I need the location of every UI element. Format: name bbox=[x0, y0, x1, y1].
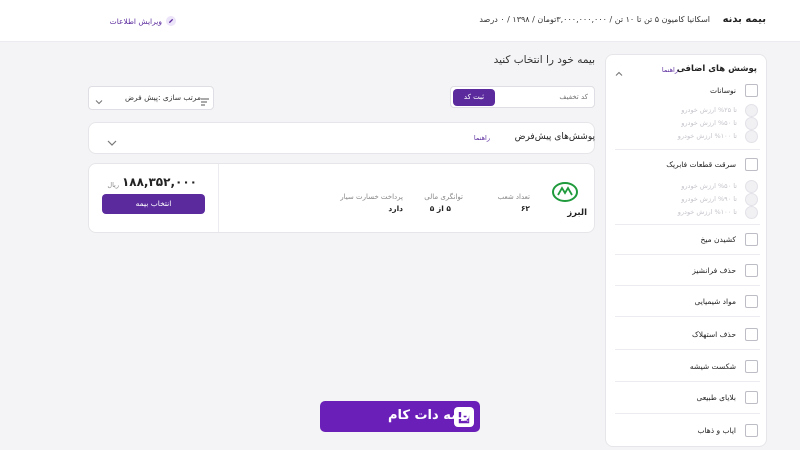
option-radio[interactable] bbox=[745, 117, 758, 130]
divider bbox=[615, 381, 760, 382]
coverage-checkbox[interactable] bbox=[745, 233, 758, 246]
coverage-checkbox[interactable] bbox=[745, 424, 758, 437]
card-divider bbox=[218, 164, 219, 232]
stat-value: دارد bbox=[388, 204, 403, 213]
edit-info-label: ویرایش اطلاعات bbox=[109, 16, 162, 26]
sort-label: مرتب سازی :پیش فرض bbox=[124, 93, 201, 102]
stat-value: ۶۲ bbox=[520, 204, 530, 213]
divider bbox=[615, 224, 760, 225]
coverage-label: نوسانات bbox=[710, 86, 736, 95]
option-label: تا ۲۵% ارزش خودرو bbox=[681, 106, 737, 114]
coverage-label: مواد شیمیایی bbox=[694, 297, 736, 306]
sort-lines-icon bbox=[200, 92, 210, 106]
option-label: تا ۵۰% ارزش خودرو bbox=[681, 119, 737, 127]
price-currency: ریال bbox=[107, 181, 119, 189]
coverage-label: بلایای طبیعی bbox=[696, 393, 736, 402]
coverage-checkbox[interactable] bbox=[745, 158, 758, 171]
default-coverages-title: پوشش‌های پیش‌فرض bbox=[514, 132, 595, 142]
coverage-checkbox[interactable] bbox=[745, 295, 758, 308]
option-radio[interactable] bbox=[745, 130, 758, 143]
coverage-checkbox[interactable] bbox=[745, 360, 758, 373]
divider bbox=[615, 254, 760, 255]
option-radio[interactable] bbox=[745, 104, 758, 117]
option-label: تا ۹۰% ارزش خودرو bbox=[681, 195, 737, 203]
coverage-label: حذف استهلاک bbox=[691, 330, 736, 339]
chevron-up-icon[interactable] bbox=[614, 64, 624, 76]
select-insurance-button[interactable]: انتخاب بیمه bbox=[102, 194, 205, 214]
divider bbox=[615, 349, 760, 350]
coverage-checkbox[interactable] bbox=[745, 264, 758, 277]
divider bbox=[615, 316, 760, 317]
coverage-label: کشیدن میخ bbox=[700, 235, 736, 244]
option-radio[interactable] bbox=[745, 180, 758, 193]
default-coverages-guide-link[interactable]: راهنما bbox=[474, 134, 490, 142]
option-radio[interactable] bbox=[745, 193, 758, 206]
sidebar-guide-link[interactable]: راهنما bbox=[662, 66, 678, 74]
option-label: تا ۱۰۰% ارزش خودرو bbox=[677, 208, 737, 216]
coverage-label: حذف فرانشیز bbox=[692, 266, 736, 275]
insurer-logo bbox=[552, 182, 578, 202]
stat-label: تعداد شعب bbox=[497, 193, 530, 201]
submit-discount-button[interactable]: ثبت کد bbox=[453, 89, 495, 106]
page-title: بیمه بدنه bbox=[722, 14, 766, 25]
stat-label: توانگری مالی bbox=[424, 193, 463, 201]
divider bbox=[615, 149, 760, 150]
edit-info-link[interactable]: ویرایش اطلاعات bbox=[96, 14, 176, 28]
logo-text: بیمه دات کام bbox=[388, 408, 470, 423]
option-label: تا ۱۰۰% ارزش خودرو bbox=[677, 132, 737, 140]
stat-value: ۵ از ۵ bbox=[429, 204, 451, 213]
price-value: ۱۸۸,۳۵۲,۰۰۰ bbox=[121, 175, 197, 189]
chevron-down-icon bbox=[94, 92, 104, 105]
option-radio[interactable] bbox=[745, 206, 758, 219]
coverage-label: ایاب و ذهاب bbox=[697, 426, 736, 435]
coverage-checkbox[interactable] bbox=[745, 84, 758, 97]
coverage-label: سرقت قطعات فابریک bbox=[666, 160, 736, 169]
divider bbox=[615, 285, 760, 286]
vehicle-summary: اسکانیا کامیون ۵ تن تا ۱۰ تن / ۳,۰۰۰,۰۰۰… bbox=[479, 15, 710, 24]
coverage-checkbox[interactable] bbox=[745, 391, 758, 404]
divider bbox=[615, 413, 760, 414]
stat-label: پرداخت خسارت سیار bbox=[340, 193, 403, 201]
option-label: تا ۵۰% ارزش خودرو bbox=[681, 182, 737, 190]
discount-code-input[interactable] bbox=[496, 88, 592, 106]
sidebar-title: پوشش های اضافی bbox=[676, 64, 757, 74]
chevron-down-icon[interactable] bbox=[106, 133, 118, 146]
coverage-label: شکست شیشه bbox=[689, 362, 736, 371]
main-heading: بیمه خود را انتخاب کنید bbox=[493, 54, 595, 66]
insurer-name: البرز bbox=[567, 208, 587, 218]
pencil-icon bbox=[166, 16, 176, 26]
coverage-checkbox[interactable] bbox=[745, 328, 758, 341]
